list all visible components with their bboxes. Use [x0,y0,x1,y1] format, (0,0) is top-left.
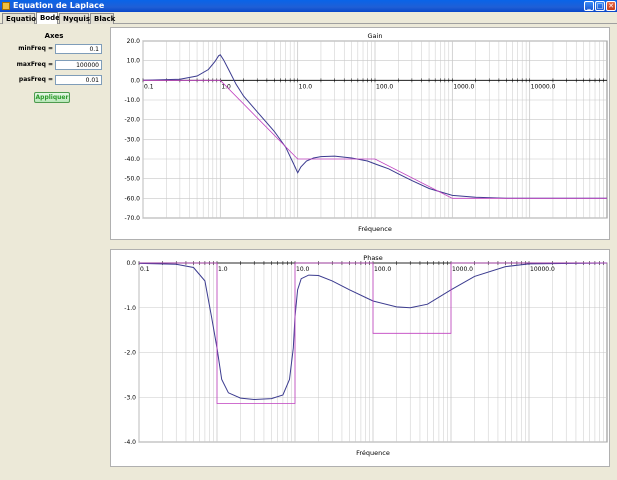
y-tick-label: -10.0 [124,97,140,104]
step-freq-label: pasFreq = [18,76,53,83]
window-title: Equation de Laplace [13,1,105,10]
y-tick-label: -4.0 [124,439,136,446]
y-tick-label: 0.0 [126,260,136,267]
java-app-icon [2,2,10,10]
gain-chart: 20.0 10.0 0.0 -10.0 -20.0 -30.0 -40.0 -50.0 -60.… [124,32,608,233]
x-tick-label: 10.0 [296,266,310,273]
y-tick-label: -1.0 [124,305,136,312]
y-tick-label: -30.0 [124,136,140,143]
max-freq-input[interactable] [55,60,102,70]
x-tick-label: 1000.0 [452,266,473,273]
y-tick-label: -2.0 [124,350,136,357]
chart-title: Gain [368,32,383,40]
tab-bar: Equation Bode Nyquist Black [0,12,617,24]
x-tick-label: 10000.0 [531,83,556,90]
x-tick-label: 10000.0 [530,266,555,273]
tab-bode[interactable]: Bode [36,12,60,24]
y-tick-label: -3.0 [124,394,136,401]
max-freq-label: maxFreq = [16,61,53,68]
x-tick-label: 1.0 [218,266,228,273]
x-tick-label: 0.1 [144,83,154,90]
y-tick-label: -40.0 [124,156,140,163]
close-button[interactable]: ✕ [606,1,616,11]
phase-chart-panel: 0.0 -1.0 -2.0 -3.0 -4.0 0.1 1.0 10.0 100.0 1000.0… [110,249,610,467]
phase-chart: 0.0 -1.0 -2.0 -3.0 -4.0 0.1 1.0 10.0 100.0 1000.0… [124,254,608,457]
tab-equation[interactable]: Equation [2,13,41,24]
x-axis-label: Fréquence [356,449,390,457]
min-freq-input[interactable] [55,44,102,54]
y-tick-label: 0.0 [130,77,140,84]
step-freq-input[interactable] [55,75,102,85]
x-tick-label: 100.0 [374,266,391,273]
y-tick-label: -20.0 [124,117,140,124]
y-tick-label: -70.0 [124,215,140,222]
y-tick-label: -60.0 [124,195,140,202]
y-tick-label: 10.0 [127,58,141,65]
tab-nyquist[interactable]: Nyquist [59,13,93,24]
title-bar: Equation de Laplace _ □ ✕ [0,0,617,12]
axes-title: Axes [44,32,64,40]
x-tick-label: 1000.0 [453,83,474,90]
maximize-button[interactable]: □ [595,1,605,11]
x-tick-label: 0.1 [140,266,150,273]
minimize-button[interactable]: _ [584,1,594,11]
x-tick-label: 10.0 [299,83,313,90]
y-tick-label: -50.0 [124,176,140,183]
tab-black[interactable]: Black [90,13,115,24]
apply-button[interactable]: Appliquer [34,92,70,103]
axes-settings-panel: Axes minFreq = maxFreq = pasFreq = Appli… [0,25,108,480]
gain-chart-panel: 20.0 10.0 0.0 -10.0 -20.0 -30.0 -40.0 -50.0 -60.… [110,27,610,240]
window-edge [611,25,617,480]
x-tick-label: 100.0 [376,83,393,90]
min-freq-label: minFreq = [18,45,53,52]
y-tick-label: 20.0 [127,38,141,45]
chart-title: Phase [363,254,382,262]
x-axis-label: Fréquence [358,225,392,233]
